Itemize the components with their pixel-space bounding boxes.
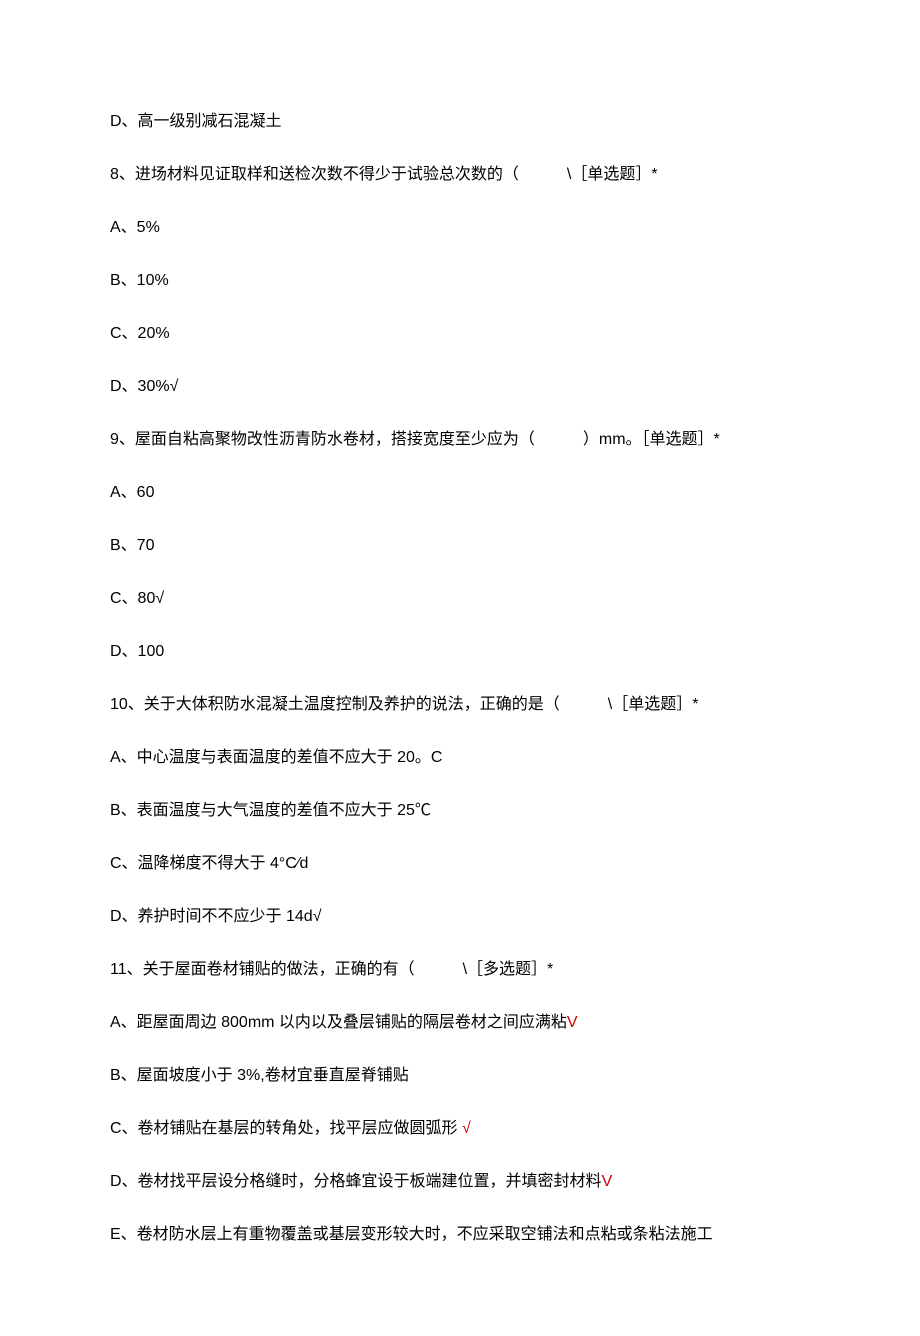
option-text: D、30%√: [110, 375, 810, 399]
answer-mark: √: [462, 1120, 471, 1137]
option-text: A、中心温度与表面温度的差值不应大于 20。C: [110, 746, 810, 770]
question-text: 9、屋面自粘高聚物改性沥青防水卷材，搭接宽度至少应为（ ）mm。［单选题］*: [110, 428, 810, 452]
option-text: C、卷材铺贴在基层的转角处，找平层应做圆弧形 √: [110, 1117, 810, 1141]
option-text: A、距屋面周边 800mm 以内以及叠层铺贴的隔层卷材之间应满粘V: [110, 1011, 810, 1035]
option-text: B、屋面坡度小于 3%,卷材宜垂直屋脊铺贴: [110, 1064, 810, 1088]
option-text: C、80√: [110, 587, 810, 611]
question-text: 10、关于大体积防水混凝土温度控制及养护的说法，正确的是（ \［单选题］*: [110, 693, 810, 717]
option-text: E、卷材防水层上有重物覆盖或基层变形较大时，不应采取空铺法和点粘或条粘法施工: [110, 1223, 810, 1247]
option-text: D、卷材找平层设分格缝时，分格蜂宜设于板端建位置，并填密封材料V: [110, 1170, 810, 1194]
answer-mark: V: [602, 1173, 613, 1190]
option-text: D、高一级别减石混凝土: [110, 110, 810, 134]
question-text: 8、进场材料见证取样和送检次数不得少于试验总次数的（ \［单选题］*: [110, 163, 810, 187]
option-text: D、养护时间不不应少于 14d√: [110, 905, 810, 929]
option-text: A、60: [110, 481, 810, 505]
document-page: D、高一级别减石混凝土 8、进场材料见证取样和送检次数不得少于试验总次数的（ \…: [0, 0, 920, 1336]
option-text: A、5%: [110, 216, 810, 240]
question-text: 11、关于屋面卷材铺贴的做法，正确的有（ \［多选题］*: [110, 958, 810, 982]
option-text: B、10%: [110, 269, 810, 293]
option-text: B、表面温度与大气温度的差值不应大于 25℃: [110, 799, 810, 823]
answer-mark: V: [567, 1014, 578, 1031]
option-text: C、20%: [110, 322, 810, 346]
option-text: B、70: [110, 534, 810, 558]
option-text: D、100: [110, 640, 810, 664]
option-text: C、温降梯度不得大于 4°C⁄d: [110, 852, 810, 876]
